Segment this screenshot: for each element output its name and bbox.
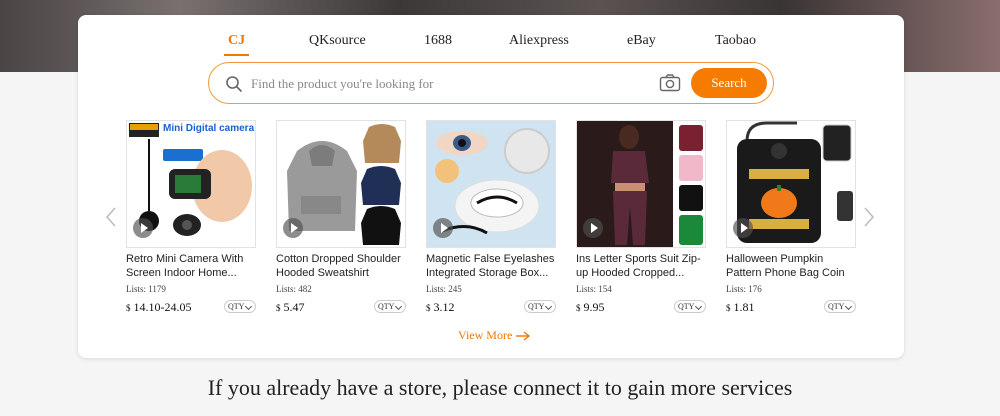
tab-label: eBay	[627, 33, 656, 48]
product-card[interactable]: Halloween Pumpkin Pattern Phone Bag Coin…	[726, 120, 856, 320]
qty-dropdown[interactable]: QTY	[374, 300, 406, 313]
product-search-card: CJ QKsource 1688 Aliexpress eBay Taobao …	[78, 15, 904, 358]
active-tab-underline	[224, 54, 250, 56]
qty-dropdown[interactable]: QTY	[524, 300, 556, 313]
tab-cj[interactable]: CJ	[224, 33, 250, 56]
tab-label: Taobao	[715, 33, 757, 48]
tab-taobao[interactable]: Taobao	[715, 33, 756, 49]
tab-label: QKsource	[309, 33, 366, 48]
product-lists-count: Lists: 482	[276, 284, 312, 294]
product-title[interactable]: Ins Letter Sports Suit Zip-up Hooded Cro…	[576, 252, 710, 280]
product-price: $ 3.12	[426, 300, 455, 314]
carousel-prev-icon[interactable]	[104, 205, 118, 229]
tab-aliexpress[interactable]: Aliexpress	[509, 33, 569, 49]
qty-dropdown[interactable]: QTY	[224, 300, 256, 313]
product-lists-count: Lists: 1179	[126, 284, 166, 294]
product-image[interactable]: Mini Digital camera	[126, 120, 256, 248]
product-lists-count: Lists: 176	[726, 284, 762, 294]
tab-label: Aliexpress	[509, 33, 569, 48]
tab-label: CJ	[228, 33, 246, 48]
camera-icon[interactable]	[659, 73, 681, 93]
product-title[interactable]: Cotton Dropped Shoulder Hooded Sweatshir…	[276, 252, 410, 280]
play-icon[interactable]	[283, 218, 303, 238]
product-card[interactable]: Mini Digital camera Retro Mini Camera Wi…	[126, 120, 256, 320]
search-button[interactable]: Search	[691, 68, 767, 98]
product-image[interactable]	[426, 120, 556, 248]
product-card[interactable]: Cotton Dropped Shoulder Hooded Sweatshir…	[276, 120, 406, 320]
tab-label: 1688	[424, 33, 452, 48]
product-image[interactable]	[726, 120, 856, 248]
product-title[interactable]: Halloween Pumpkin Pattern Phone Bag Coin…	[726, 252, 860, 280]
product-image[interactable]	[276, 120, 406, 248]
product-image[interactable]	[576, 120, 706, 248]
product-price: $ 1.81	[726, 300, 755, 314]
view-more-link[interactable]: View More	[458, 328, 531, 343]
play-icon[interactable]	[733, 218, 753, 238]
arrow-right-icon	[516, 331, 531, 341]
connect-store-heading: If you already have a store, please conn…	[207, 375, 793, 400]
product-price: $ 14.10-24.05	[126, 300, 192, 314]
play-icon[interactable]	[433, 218, 453, 238]
thumb-caption: Mini Digital camera	[163, 123, 255, 134]
play-icon[interactable]	[133, 218, 153, 238]
qty-dropdown[interactable]: QTY	[824, 300, 856, 313]
qty-dropdown[interactable]: QTY	[674, 300, 706, 313]
product-carousel: Mini Digital camera Retro Mini Camera Wi…	[126, 120, 866, 320]
source-tabs: CJ QKsource 1688 Aliexpress eBay Taobao	[78, 33, 904, 63]
product-card[interactable]: Ins Letter Sports Suit Zip-up Hooded Cro…	[576, 120, 706, 320]
tab-1688[interactable]: 1688	[424, 33, 452, 49]
product-title[interactable]: Retro Mini Camera With Screen Indoor Hom…	[126, 252, 260, 280]
product-lists-count: Lists: 245	[426, 284, 462, 294]
search-bar: Search	[208, 62, 774, 104]
tab-qksource[interactable]: QKsource	[309, 33, 366, 49]
product-title[interactable]: Magnetic False Eyelashes Integrated Stor…	[426, 252, 560, 280]
product-price: $ 9.95	[576, 300, 605, 314]
search-input[interactable]	[251, 73, 641, 95]
product-card[interactable]: Magnetic False Eyelashes Integrated Stor…	[426, 120, 556, 320]
view-more-label: View More	[458, 328, 513, 342]
product-price: $ 5.47	[276, 300, 305, 314]
tab-ebay[interactable]: eBay	[627, 33, 656, 49]
search-icon	[226, 76, 242, 92]
play-icon[interactable]	[583, 218, 603, 238]
product-lists-count: Lists: 154	[576, 284, 612, 294]
